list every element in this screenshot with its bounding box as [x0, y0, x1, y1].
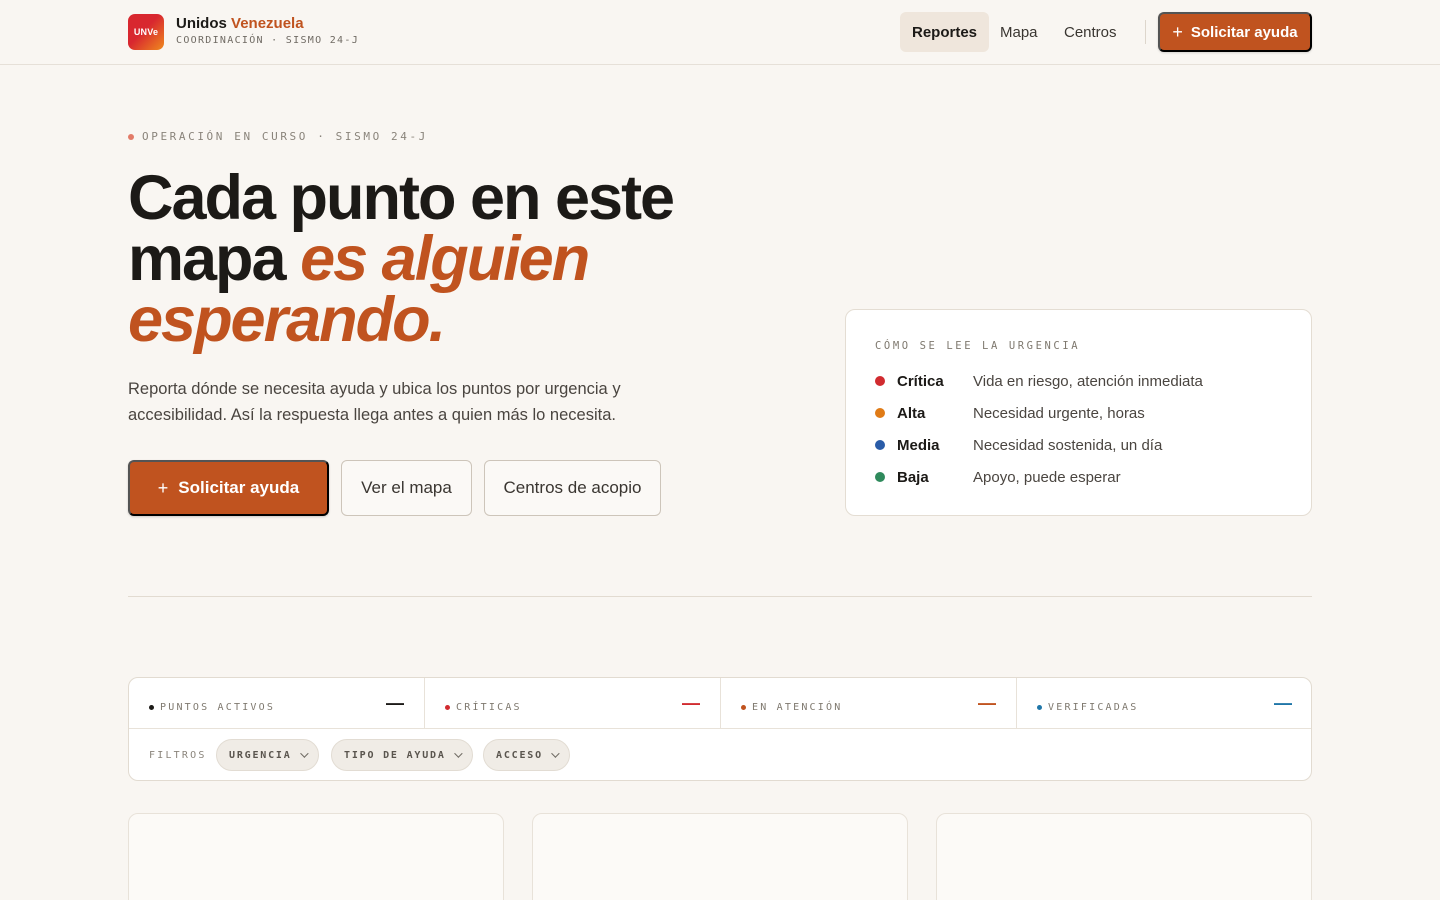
stat-dot-icon: [1037, 705, 1042, 710]
medium-dot-icon: [875, 440, 885, 450]
filter-chip-label: URGENCIA: [229, 749, 292, 761]
brand-name-primary: Unidos: [176, 15, 227, 32]
stat-dot-icon: [741, 705, 746, 710]
legend-item-name: Media: [897, 436, 940, 454]
nav-request-help-label: Solicitar ayuda: [1190, 23, 1298, 41]
stat-critical: CRÍTICAS —: [425, 678, 721, 728]
stat-label: EN ATENCIÓN: [741, 702, 842, 713]
stat-value: —: [386, 693, 404, 713]
stats-filters-panel: PUNTOS ACTIVOS — CRÍTICAS — EN ATENCIÓN …: [128, 677, 1312, 781]
filters-label: FILTROS: [149, 750, 207, 761]
high-dot-icon: [875, 408, 885, 418]
nav-item-reportes[interactable]: Reportes: [900, 12, 990, 52]
legend-item-baja: Baja Apoyo, puede esperar: [875, 467, 1295, 487]
plus-icon: +: [157, 478, 169, 498]
stat-value: —: [1274, 693, 1292, 713]
view-map-button[interactable]: Ver el mapa: [341, 460, 472, 516]
filter-chip-label: TIPO DE AYUDA: [344, 749, 446, 761]
filter-chip-tipo-de-ayuda[interactable]: TIPO DE AYUDA: [331, 739, 473, 771]
stat-label: CRÍTICAS: [445, 702, 522, 713]
status-dot-icon: [128, 133, 134, 140]
stat-verified: VERIFICADAS —: [1017, 678, 1311, 728]
filters-row: FILTROS URGENCIA TIPO DE AYUDA ACCESO: [129, 728, 1311, 780]
stat-value: —: [682, 693, 700, 713]
top-navigation-bar: UNVe Unidos Venezuela COORDINACIÓN · SIS…: [0, 0, 1440, 65]
legend-item-alta: Alta Necesidad urgente, horas: [875, 403, 1295, 423]
section-divider: [128, 596, 1312, 597]
plus-icon: +: [1172, 22, 1183, 42]
stat-label-text: CRÍTICAS: [456, 702, 522, 713]
page-title: Cada punto en este mapa es alguien esper…: [128, 167, 768, 352]
legend-item-critica: Crítica Vida en riesgo, atención inmedia…: [875, 371, 1295, 391]
legend-item-description: Vida en riesgo, atención inmediata: [973, 372, 1203, 390]
filter-chip-urgencia[interactable]: URGENCIA: [216, 739, 319, 771]
chevron-down-icon: [453, 749, 463, 758]
stat-value: —: [978, 693, 996, 713]
filter-chip-acceso[interactable]: ACCESO: [483, 739, 570, 771]
request-help-label: Solicitar ayuda: [178, 478, 300, 497]
stat-label-text: PUNTOS ACTIVOS: [160, 702, 276, 713]
hero-description: Reporta dónde se necesita ayuda y ubica …: [128, 380, 621, 424]
legend-item-name: Crítica: [897, 372, 944, 390]
stat-label: VERIFICADAS: [1037, 702, 1138, 713]
report-card[interactable]: [532, 813, 908, 900]
stat-label: PUNTOS ACTIVOS: [149, 702, 275, 713]
hero-eyebrow-text: OPERACIÓN EN CURSO · SISMO 24-J: [142, 130, 428, 143]
legend-item-media: Media Necesidad sostenida, un día: [875, 435, 1295, 455]
stat-in-attention: EN ATENCIÓN —: [721, 678, 1017, 728]
brand-subtitle: COORDINACIÓN · SISMO 24-J: [176, 35, 360, 46]
nav-request-help-button[interactable]: + Solicitar ayuda: [1158, 12, 1312, 52]
legend-item-description: Necesidad urgente, horas: [973, 404, 1145, 422]
nav-item-centros[interactable]: Centros: [1052, 12, 1129, 52]
urgency-legend-title: CÓMO SE LEE LA URGENCIA: [875, 340, 1081, 352]
report-card[interactable]: [936, 813, 1312, 900]
legend-item-description: Apoyo, puede esperar: [973, 468, 1121, 486]
nav-divider: [1145, 20, 1146, 44]
brand-logo[interactable]: UNVe: [128, 14, 164, 50]
stat-dot-icon: [149, 705, 154, 710]
hero-eyebrow: OPERACIÓN EN CURSO · SISMO 24-J: [128, 130, 428, 143]
nav-item-mapa[interactable]: Mapa: [988, 12, 1050, 52]
brand-name-accent: Venezuela: [231, 15, 304, 32]
collection-centers-button[interactable]: Centros de acopio: [484, 460, 661, 516]
filter-chip-label: ACCESO: [496, 749, 543, 761]
legend-item-description: Necesidad sostenida, un día: [973, 436, 1163, 454]
chevron-down-icon: [551, 749, 560, 758]
stat-label-text: EN ATENCIÓN: [752, 702, 843, 713]
stat-active-points: PUNTOS ACTIVOS —: [129, 678, 425, 728]
report-card[interactable]: [128, 813, 504, 900]
legend-item-name: Baja: [897, 468, 929, 486]
brand-name[interactable]: Unidos Venezuela: [176, 15, 304, 32]
critical-dot-icon: [875, 376, 885, 386]
legend-item-name: Alta: [897, 404, 926, 422]
urgency-legend-card: CÓMO SE LEE LA URGENCIA Crítica Vida en …: [845, 309, 1312, 516]
stat-dot-icon: [445, 705, 450, 710]
low-dot-icon: [875, 472, 885, 482]
chevron-down-icon: [299, 749, 309, 758]
stat-label-text: VERIFICADAS: [1048, 702, 1139, 713]
request-help-button[interactable]: + Solicitar ayuda: [128, 460, 329, 516]
